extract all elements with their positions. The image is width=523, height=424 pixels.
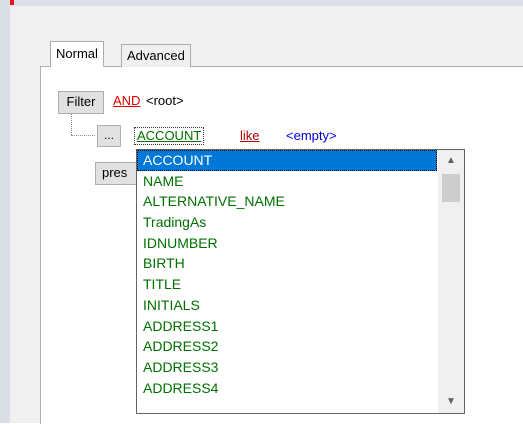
field-list[interactable]: ACCOUNT NAME ALTERNATIVE_NAME TradingAs … <box>137 150 437 398</box>
field-dropdown-list[interactable]: ACCOUNT NAME ALTERNATIVE_NAME TradingAs … <box>136 149 465 414</box>
filter-button[interactable]: Filter <box>58 91 104 114</box>
tab-advanced[interactable]: Advanced <box>121 44 191 67</box>
list-item[interactable]: IDNUMBER <box>137 233 437 254</box>
list-item[interactable]: INITIALS <box>137 295 437 316</box>
chevron-down-icon[interactable]: ▼ <box>438 391 464 413</box>
list-item[interactable]: ACCOUNT <box>137 150 437 171</box>
condition-menu-button[interactable]: ... <box>97 125 121 147</box>
root-label: <root> <box>146 93 184 108</box>
list-item[interactable]: BIRTH <box>137 253 437 274</box>
window-frame-left <box>0 0 10 423</box>
list-item[interactable]: ADDRESS2 <box>137 336 437 357</box>
scrollbar-thumb[interactable] <box>442 174 460 202</box>
operator-link[interactable]: AND <box>113 93 140 108</box>
list-item[interactable]: TradingAs <box>137 212 437 233</box>
comparison-link[interactable]: like <box>240 128 260 143</box>
list-item[interactable]: ADDRESS1 <box>137 316 437 337</box>
list-item[interactable]: TITLE <box>137 274 437 295</box>
chevron-up-icon[interactable]: ▲ <box>438 150 464 172</box>
tree-connector-horizontal <box>71 135 95 136</box>
field-name-link[interactable]: ACCOUNT <box>134 127 205 145</box>
dropdown-scrollbar[interactable]: ▲ ▼ <box>438 150 464 413</box>
tab-normal[interactable]: Normal <box>50 41 104 67</box>
list-item[interactable]: ADDRESS4 <box>137 378 437 399</box>
value-link[interactable]: <empty> <box>286 128 337 143</box>
tree-connector-vertical <box>71 114 72 135</box>
list-item[interactable]: NAME <box>137 171 437 192</box>
list-item[interactable]: ADDRESS3 <box>137 357 437 378</box>
list-item[interactable]: ALTERNATIVE_NAME <box>137 191 437 212</box>
